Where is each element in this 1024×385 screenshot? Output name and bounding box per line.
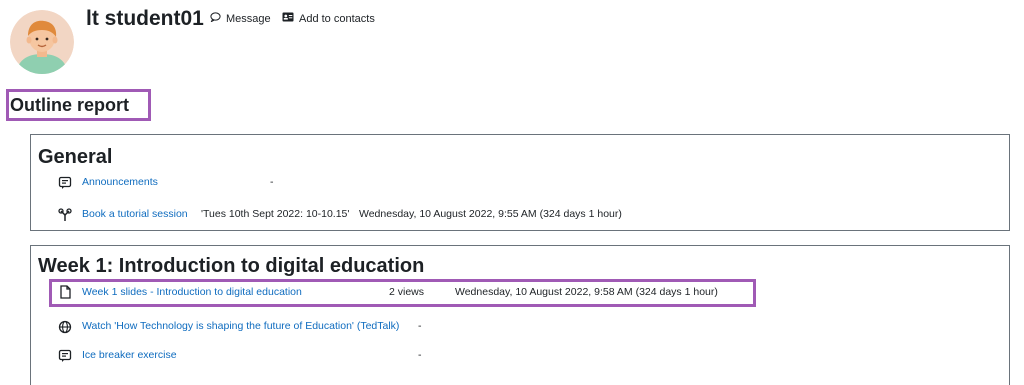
report-title: Outline report [10, 95, 130, 115]
activity-response: 'Tues 10th Sept 2022: 10-10.15' [201, 208, 350, 220]
forum-icon [58, 176, 72, 190]
activity-detail: - [418, 320, 422, 332]
activity-detail: - [418, 349, 422, 361]
file-icon [58, 285, 72, 299]
section-general: General Announcements - Book a tutorial … [30, 134, 1010, 231]
user-avatar [10, 10, 74, 74]
section-title: General [38, 146, 113, 168]
address-card-icon [282, 12, 294, 26]
activity-last-access: Wednesday, 10 August 2022, 9:55 AM (324 … [359, 208, 622, 220]
activity-link-ice-breaker[interactable]: Ice breaker exercise [82, 349, 177, 362]
activity-link-book-tutorial[interactable]: Book a tutorial session [82, 208, 188, 221]
activity-link-week1-slides[interactable]: Week 1 slides - Introduction to digital … [82, 286, 302, 299]
forum-icon [58, 349, 72, 363]
message-bubble-icon [210, 12, 221, 26]
message-button[interactable]: Message [210, 12, 271, 26]
add-to-contacts-button[interactable]: Add to contacts [282, 12, 375, 26]
add-to-contacts-label: Add to contacts [299, 13, 375, 25]
url-globe-icon [58, 320, 72, 334]
user-fullname: lt student01 [86, 7, 204, 30]
scheduler-icon [58, 208, 72, 222]
activity-detail: - [270, 176, 274, 188]
activity-link-announcements[interactable]: Announcements [82, 176, 158, 189]
activity-link-tedtalk[interactable]: Watch 'How Technology is shaping the fut… [82, 320, 399, 333]
activity-views: 2 views [389, 286, 425, 298]
section-week-1: Week 1: Introduction to digital educatio… [30, 245, 1010, 385]
activity-last-access: Wednesday, 10 August 2022, 9:58 AM (324 … [455, 286, 718, 298]
message-label: Message [226, 13, 271, 25]
section-title: Week 1: Introduction to digital educatio… [38, 255, 425, 277]
